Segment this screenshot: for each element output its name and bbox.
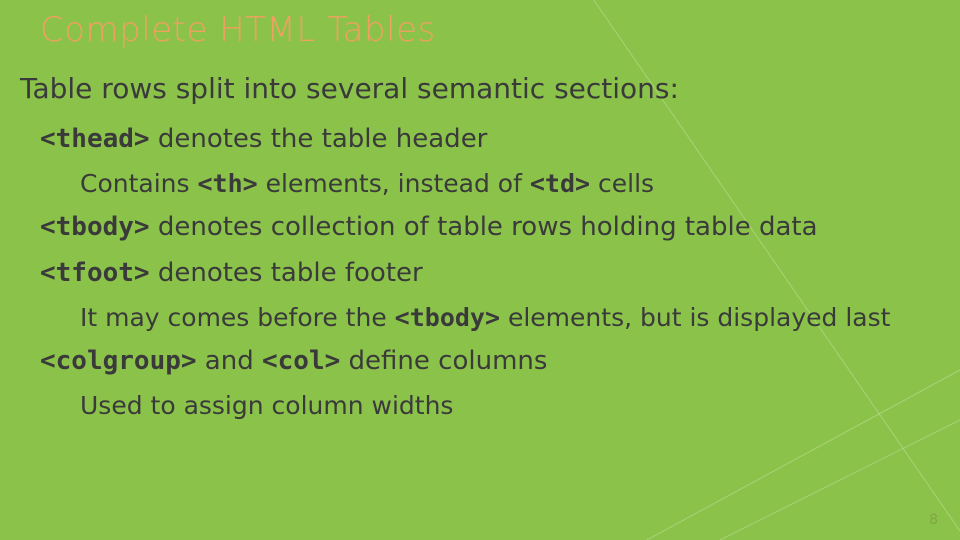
body-text: define columns (340, 346, 547, 376)
slide: Complete HTML Tables Table rows split in… (0, 0, 960, 540)
code-text: <tbody> (395, 303, 500, 332)
bullet-level1: <colgroup> and <col> define columns (40, 339, 920, 385)
bullet-level2: It may comes before the <tbody> elements… (80, 297, 920, 340)
body-text: Used to assign column widths (80, 391, 453, 420)
intro-text: Table rows split into several semantic s… (0, 72, 920, 105)
code-text: <col> (262, 346, 340, 376)
body-text: elements, instead of (258, 169, 530, 198)
body-text: and (197, 346, 262, 376)
code-text: <th> (197, 169, 257, 198)
body-text: cells (590, 169, 654, 198)
body-text: elements, but is displayed last (500, 303, 890, 332)
bullet-level2: Contains <th> elements, instead of <td> … (80, 163, 920, 206)
bullet-level2: Used to assign column widths (80, 385, 920, 428)
bullet-level1: <tfoot> denotes table footer (40, 251, 920, 297)
body-text: denotes collection of table rows holding… (150, 212, 818, 242)
body-text: denotes table footer (150, 258, 423, 288)
body-text: It may comes before the (80, 303, 395, 332)
code-text: <tfoot> (40, 258, 150, 288)
slide-title: Complete HTML Tables (40, 10, 920, 50)
intro-label: Table rows split into several semantic s… (20, 72, 679, 105)
page-number: 8 (929, 512, 938, 528)
code-text: <td> (530, 169, 590, 198)
code-text: <colgroup> (40, 346, 197, 376)
code-text: <tbody> (40, 212, 150, 242)
bullet-level1: <thead> denotes the table header (40, 117, 920, 163)
body-text: Contains (80, 169, 197, 198)
bullet-level1: <tbody> denotes collection of table rows… (40, 205, 920, 251)
body-text: denotes the table header (150, 124, 488, 154)
code-text: <thead> (40, 124, 150, 154)
